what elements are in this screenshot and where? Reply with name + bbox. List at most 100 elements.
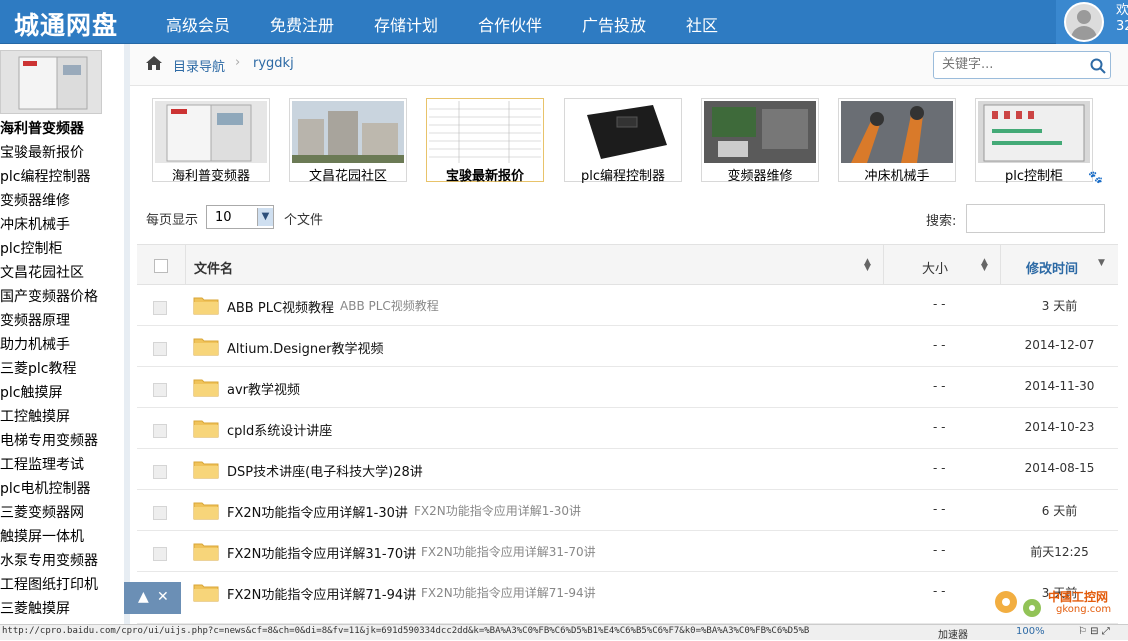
row-checkbox[interactable] [153, 424, 167, 438]
select-all-checkbox[interactable] [154, 259, 168, 273]
search-input[interactable] [942, 57, 1082, 72]
file-name[interactable]: FX2N功能指令应用详解71-94讲 [227, 584, 416, 603]
sort-icon[interactable]: ▲ ▼ [864, 258, 871, 273]
home-icon[interactable] [145, 55, 163, 71]
folder-icon [193, 502, 219, 520]
table-row[interactable]: Altium.Designer教学视频 - - 2014-12-07 [137, 326, 1118, 367]
ad-thumb[interactable]: 宝骏最新报价 [426, 98, 544, 184]
table-row[interactable]: avr教学视频 - - 2014-11-30 [137, 367, 1118, 408]
sidebar-link[interactable]: 工程监理考试 [0, 454, 84, 474]
nav-item-partners[interactable]: 合作伙伴 [478, 12, 542, 36]
ad-thumb[interactable]: plc控制柜 [975, 98, 1093, 184]
sidebar-link[interactable]: 变频器原理 [0, 310, 70, 330]
search-icon[interactable] [1090, 58, 1106, 74]
sidebar-link[interactable]: 水泵专用变频器 [0, 550, 98, 570]
ad-thumb[interactable]: 文昌花园社区 [289, 98, 407, 184]
table-row[interactable]: DSP技术讲座(电子科技大学)28讲 - - 2014-08-15 [137, 449, 1118, 490]
nav-item-community[interactable]: 社区 [686, 12, 718, 36]
sidebar-ad-image[interactable] [0, 50, 102, 114]
site-logo[interactable]: 城通网盘 [14, 6, 118, 42]
file-date: 2014-12-07 [1024, 338, 1095, 352]
sidebar-link[interactable]: 宝骏最新报价 [0, 142, 84, 162]
nav-item-register[interactable]: 免费注册 [270, 12, 334, 36]
sidebar-link[interactable]: plc控制柜 [0, 238, 62, 258]
row-checkbox[interactable] [153, 383, 167, 397]
ad-thumb[interactable]: 海利普变频器 [152, 98, 270, 184]
breadcrumb-root[interactable]: 目录导航 [173, 56, 225, 75]
ad-thumb[interactable]: plc编程控制器 [564, 98, 682, 184]
ad-thumb-image [978, 101, 1090, 163]
watermark-domain: gkong.com [1056, 604, 1112, 615]
row-checkbox[interactable] [153, 547, 167, 561]
file-name[interactable]: ABB PLC视频教程 [227, 297, 334, 316]
row-checkbox[interactable] [153, 342, 167, 356]
row-checkbox[interactable] [153, 465, 167, 479]
table-row[interactable]: cpld系统设计讲座 - - 2014-10-23 [137, 408, 1118, 449]
user-area[interactable]: 欢 32 [1056, 0, 1128, 44]
nav-item-vip[interactable]: 高级会员 [166, 12, 230, 36]
per-page-select[interactable]: 10 ▼ [206, 205, 274, 229]
nav-item-storage-plan[interactable]: 存储计划 [374, 12, 438, 36]
filter-input[interactable] [966, 204, 1105, 233]
file-date: 前天12:25 [1030, 545, 1089, 559]
ad-thumb-caption: plc编程控制器 [580, 169, 665, 184]
breadcrumb-current[interactable]: rygdkj [253, 56, 294, 71]
sort-desc-icon[interactable]: ▼ [1098, 259, 1105, 268]
nav-item-ads[interactable]: 广告投放 [582, 12, 646, 36]
status-icons[interactable]: ⚐ ⊟ ⤢ [1078, 626, 1110, 637]
file-name[interactable]: DSP技术讲座(电子科技大学)28讲 [227, 461, 423, 480]
sidebar-link[interactable]: 国产变频器价格 [0, 286, 98, 306]
sidebar-link[interactable]: 助力机械手 [0, 334, 70, 354]
collapse-up-icon[interactable]: ▲ [138, 589, 149, 605]
close-icon[interactable]: ✕ [157, 589, 169, 605]
row-checkbox[interactable] [153, 301, 167, 315]
ad-thumb[interactable]: 变频器维修 [701, 98, 819, 184]
sidebar-link[interactable]: 三菱plc教程 [0, 358, 76, 378]
column-header-modified[interactable]: 修改时间 [1026, 258, 1078, 277]
zoom-level[interactable]: 100% [1016, 626, 1045, 637]
table-row[interactable]: FX2N功能指令应用详解1-30讲 FX2N功能指令应用详解1-30讲 - - … [137, 490, 1118, 531]
keyword-search[interactable] [933, 51, 1111, 79]
sidebar-link[interactable]: 变频器维修 [0, 190, 70, 210]
sidebar-link[interactable]: 工控触摸屏 [0, 406, 70, 426]
file-name[interactable]: avr教学视频 [227, 379, 300, 398]
table-row[interactable]: ABB PLC视频教程 ABB PLC视频教程 - - 3 天前 [137, 285, 1118, 326]
folder-icon [193, 379, 219, 397]
file-size: - - [933, 379, 946, 393]
file-name[interactable]: FX2N功能指令应用详解1-30讲 [227, 502, 408, 521]
sidebar-link[interactable]: 三菱变频器网 [0, 502, 84, 522]
sidebar-link[interactable]: 三菱触摸屏 [0, 598, 70, 618]
file-size: - - [933, 338, 946, 352]
chevron-down-icon[interactable]: ▼ [257, 208, 273, 226]
sort-icon[interactable]: ▲ ▼ [981, 258, 988, 273]
file-size: - - [933, 461, 946, 475]
sidebar-link[interactable]: plc编程控制器 [0, 166, 90, 186]
table-row[interactable]: FX2N功能指令应用详解71-94讲 FX2N功能指令应用详解71-94讲 - … [137, 572, 1118, 624]
row-checkbox[interactable] [153, 506, 167, 520]
column-header-name[interactable]: 文件名 [194, 258, 233, 277]
file-name[interactable]: cpld系统设计讲座 [227, 420, 332, 439]
welcome-text: 欢 32 [1116, 3, 1128, 34]
sidebar-scrollbar[interactable] [124, 44, 130, 624]
file-name[interactable]: FX2N功能指令应用详解31-70讲 [227, 543, 416, 562]
file-name[interactable]: Altium.Designer教学视频 [227, 338, 383, 357]
sidebar-link[interactable]: plc触摸屏 [0, 382, 62, 402]
paw-icon[interactable]: 🐾 [1088, 170, 1103, 184]
file-table-header: 文件名 ▲ ▼ 大小 ▲ ▼ 修改时间 ▼ [137, 244, 1118, 286]
ad-thumb[interactable]: 冲床机械手 [838, 98, 956, 184]
avatar[interactable] [1064, 2, 1104, 42]
file-date: 2014-10-23 [1024, 420, 1095, 434]
sidebar-link[interactable]: 文昌花园社区 [0, 262, 84, 282]
sidebar-link[interactable]: 冲床机械手 [0, 214, 70, 234]
file-date: 2014-08-15 [1024, 461, 1095, 475]
column-header-size[interactable]: 大小 [922, 258, 948, 277]
sidebar-ad-title[interactable]: 海利普变频器 [0, 118, 84, 138]
sidebar-link[interactable]: 工程图纸打印机 [0, 574, 98, 594]
table-row[interactable]: FX2N功能指令应用详解31-70讲 FX2N功能指令应用详解31-70讲 - … [137, 531, 1118, 572]
sidebar-link[interactable]: 电梯专用变频器 [0, 430, 98, 450]
ad-thumb-caption: 宝骏最新报价 [445, 169, 524, 184]
sidebar-link[interactable]: 触摸屏一体机 [0, 526, 84, 546]
accelerator-button[interactable]: 加速器 [938, 626, 968, 641]
sidebar-link[interactable]: plc电机控制器 [0, 478, 90, 498]
file-size: - - [933, 584, 946, 598]
